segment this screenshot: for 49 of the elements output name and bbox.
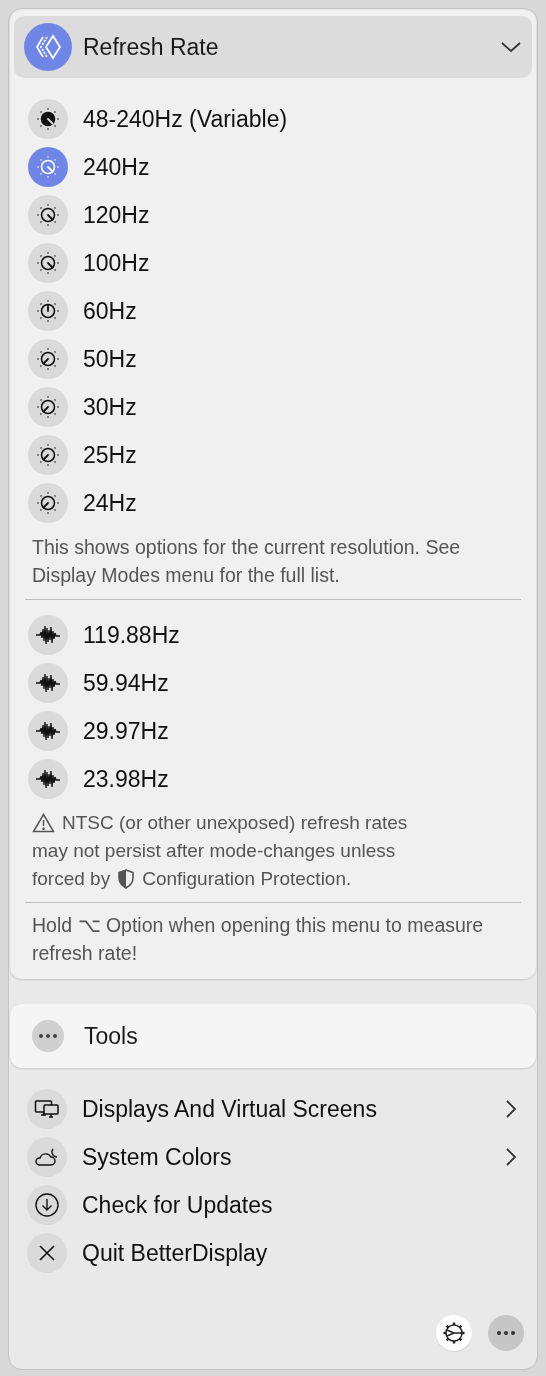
menu-item[interactable]: Displays And Virtual Screens xyxy=(13,1085,533,1133)
menu-item[interactable]: Check for Updates xyxy=(13,1181,533,1229)
refresh-rate-item[interactable]: 119.88Hz xyxy=(14,611,532,659)
cloud-moon-icon xyxy=(27,1137,67,1177)
tools-section-header[interactable]: Tools xyxy=(10,1004,536,1068)
refresh-rate-item[interactable]: 59.94Hz xyxy=(14,659,532,707)
refresh-rate-item[interactable]: 120Hz xyxy=(14,191,532,239)
waveform-icon xyxy=(28,663,68,703)
refresh-rate-item[interactable]: 24Hz xyxy=(14,479,532,527)
waveform-icon xyxy=(28,711,68,751)
close-icon xyxy=(27,1233,67,1273)
app-logo-icon xyxy=(24,23,72,71)
dial-icon xyxy=(28,195,68,235)
download-icon xyxy=(27,1185,67,1225)
refresh-rate-item[interactable]: 240Hz xyxy=(14,143,532,191)
warning-text: Configuration Protection. xyxy=(142,867,352,891)
warning-text: NTSC (or other unexposed) refresh rates xyxy=(62,811,408,835)
settings-button[interactable] xyxy=(436,1315,472,1351)
more-button[interactable] xyxy=(488,1315,524,1351)
dial-icon xyxy=(28,435,68,475)
section-header[interactable]: Refresh Rate xyxy=(14,16,532,78)
info-text: This shows options for the current resolution. See Display Modes menu for the full list. xyxy=(32,535,462,588)
refresh-rate-item[interactable]: 25Hz xyxy=(14,431,532,479)
refresh-rate-item[interactable]: 60Hz xyxy=(14,287,532,335)
dial-icon xyxy=(28,387,68,427)
refresh-rate-item[interactable]: 48-240Hz (Variable) xyxy=(14,95,532,143)
dial-icon xyxy=(28,291,68,331)
dial-icon xyxy=(28,339,68,379)
hint-text: Hold ⌥ Option when opening this menu to measure refresh rate! xyxy=(32,913,485,966)
refresh-rate-item[interactable]: 23.98Hz xyxy=(14,755,532,803)
refresh-rate-item[interactable]: 50Hz xyxy=(14,335,532,383)
warning-text: may not persist after mode-changes unless xyxy=(32,839,397,863)
refresh-rate-item[interactable]: 30Hz xyxy=(14,383,532,431)
waveform-icon xyxy=(28,615,68,655)
warning-text: forced by xyxy=(32,867,111,891)
displays-icon xyxy=(27,1089,67,1129)
more-icon xyxy=(32,1020,64,1052)
menu-item[interactable]: System Colors xyxy=(13,1133,533,1181)
dial-icon xyxy=(28,147,68,187)
settings-icon xyxy=(442,1321,466,1345)
dial-icon xyxy=(28,243,68,283)
waveform-icon xyxy=(28,759,68,799)
shield-icon xyxy=(117,869,136,889)
dial-icon xyxy=(28,99,68,139)
warning-icon xyxy=(32,813,55,833)
refresh-rate-item[interactable]: 29.97Hz xyxy=(14,707,532,755)
menu-item[interactable]: Quit BetterDisplay xyxy=(13,1229,533,1277)
dial-icon xyxy=(28,483,68,523)
refresh-rate-item[interactable]: 100Hz xyxy=(14,239,532,287)
